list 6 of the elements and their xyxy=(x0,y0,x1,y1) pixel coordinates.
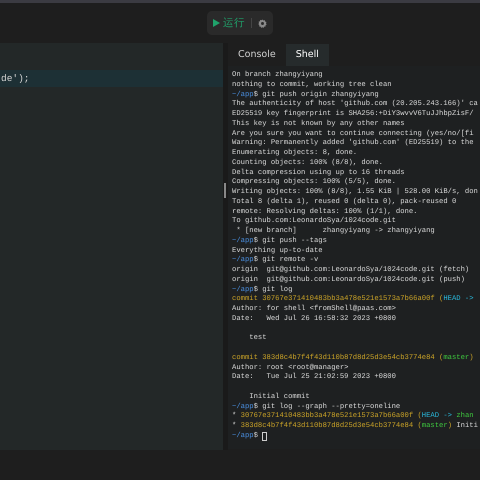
scrollbar-thumb[interactable] xyxy=(224,183,226,198)
panel-tab[interactable]: Shell xyxy=(286,44,329,66)
play-icon xyxy=(213,19,220,27)
panel-tab[interactable]: Console xyxy=(228,44,286,66)
run-button[interactable]: 运行 xyxy=(213,18,245,28)
settings-icon[interactable] xyxy=(258,18,267,28)
